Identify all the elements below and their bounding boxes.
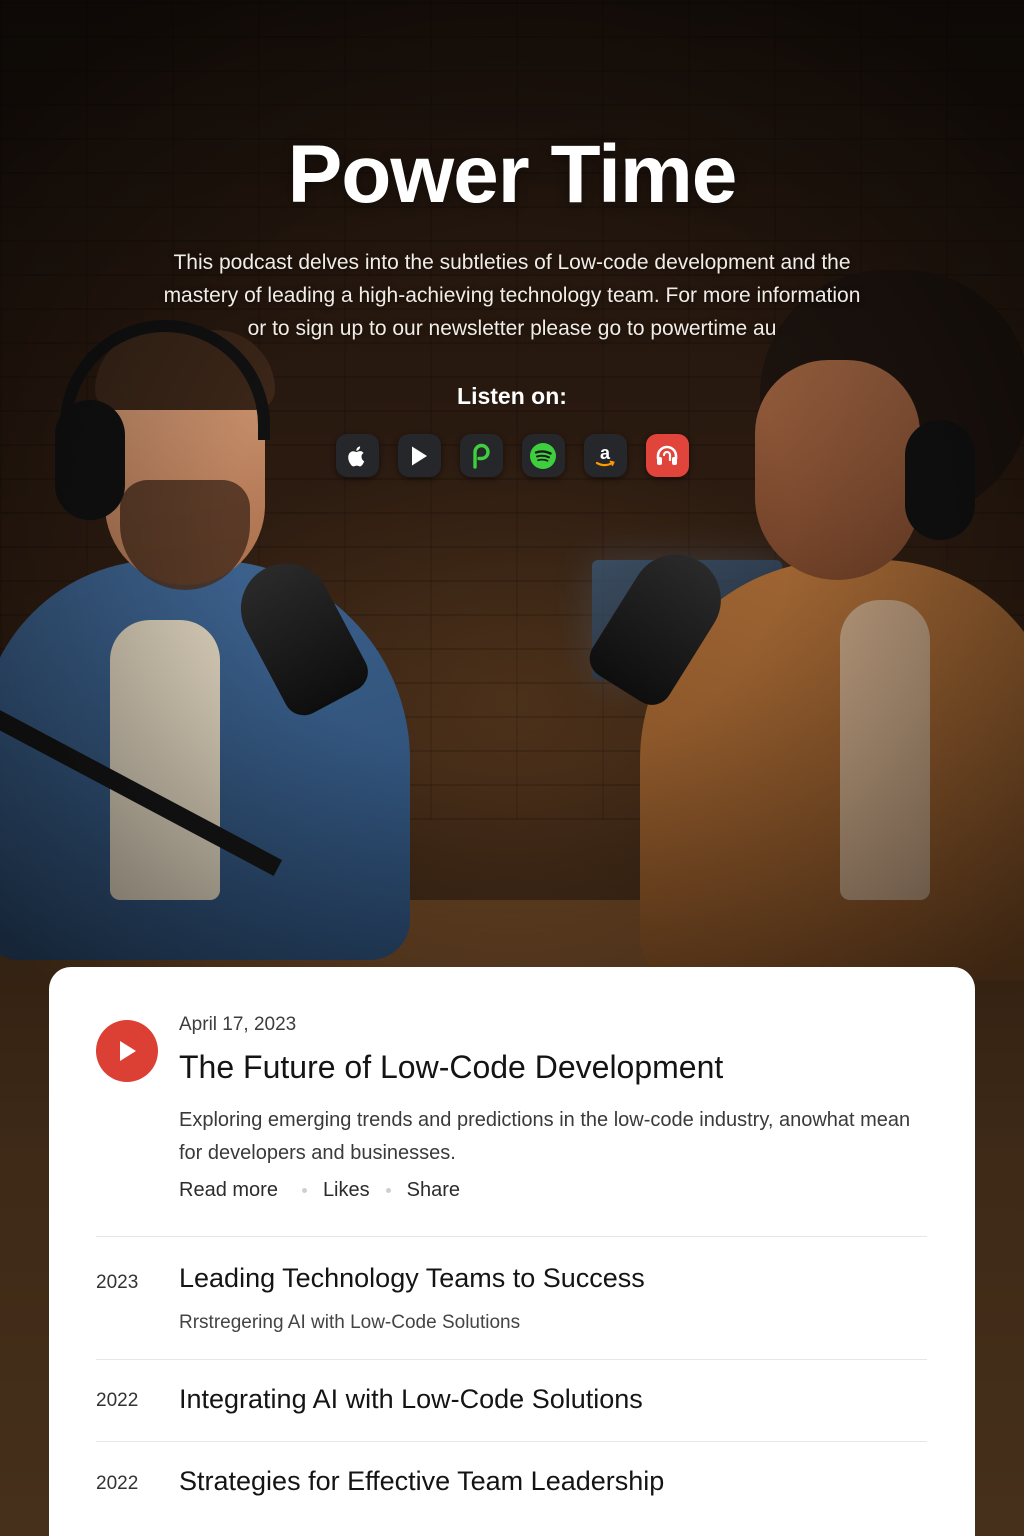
- episode-title: Integrating AI with Low-Code Solutions: [179, 1384, 643, 1414]
- amazon-icon: a: [595, 443, 615, 466]
- podcast-title: Power Time: [287, 129, 738, 220]
- episode-row[interactable]: 2022 Integrating AI with Low-Code Soluti…: [49, 1360, 975, 1441]
- apple-podcasts-link[interactable]: [335, 434, 379, 478]
- pocket-casts-link[interactable]: [459, 434, 503, 478]
- episodes-card: April 17, 2023 The Future of Low-Code De…: [49, 967, 975, 1536]
- podcast-addict-link[interactable]: [645, 434, 689, 478]
- spotify-link[interactable]: [521, 434, 565, 478]
- podcast-description: This podcast delves into the subtleties …: [163, 251, 861, 341]
- play-icon: [120, 1041, 136, 1061]
- read-more-link[interactable]: Read more: [179, 1179, 278, 1202]
- episode-title: Leading Technology Teams to Success: [179, 1263, 645, 1293]
- episode-row[interactable]: 2022 Strategies for Effective Team Leade…: [49, 1442, 975, 1523]
- featured-episode-actions: Read more Likes Share: [179, 1179, 460, 1202]
- apple-icon: [348, 446, 365, 467]
- featured-episode-description: Exploring emerging trends and prediction…: [179, 1109, 911, 1164]
- episode-title: Strategies for Effective Team Leadership: [179, 1466, 665, 1496]
- episode-subtitle: Rrstregering AI with Low-Code Solutions: [179, 1312, 521, 1333]
- episode-row[interactable]: 2023 Leading Technology Teams to Success…: [49, 1237, 975, 1359]
- hero-content: Power Time This podcast delves into the …: [0, 129, 1024, 478]
- platform-links: a: [0, 434, 1024, 478]
- youtube-link[interactable]: [397, 434, 441, 478]
- separator-dot: [385, 1188, 391, 1193]
- episode-year: 2022: [96, 1390, 139, 1411]
- podcast-page: Power Time This podcast delves into the …: [0, 0, 1024, 1536]
- featured-episode-date: April 17, 2023: [179, 1014, 297, 1035]
- headphones-icon: [656, 445, 678, 465]
- spotify-icon: [530, 442, 556, 469]
- p-icon: [473, 443, 490, 469]
- likes-button[interactable]: Likes: [323, 1179, 370, 1202]
- episode-year: 2023: [96, 1272, 139, 1293]
- share-button[interactable]: Share: [407, 1179, 460, 1202]
- amazon-music-link[interactable]: a: [583, 434, 627, 478]
- episode-year: 2022: [96, 1473, 139, 1494]
- listen-on-label: Listen on:: [457, 383, 567, 410]
- separator-dot: [301, 1188, 307, 1193]
- featured-play-button[interactable]: [96, 1020, 158, 1082]
- svg-text:a: a: [600, 443, 611, 463]
- play-icon: [412, 446, 427, 466]
- featured-episode-title[interactable]: The Future of Low-Code Development: [179, 1049, 723, 1086]
